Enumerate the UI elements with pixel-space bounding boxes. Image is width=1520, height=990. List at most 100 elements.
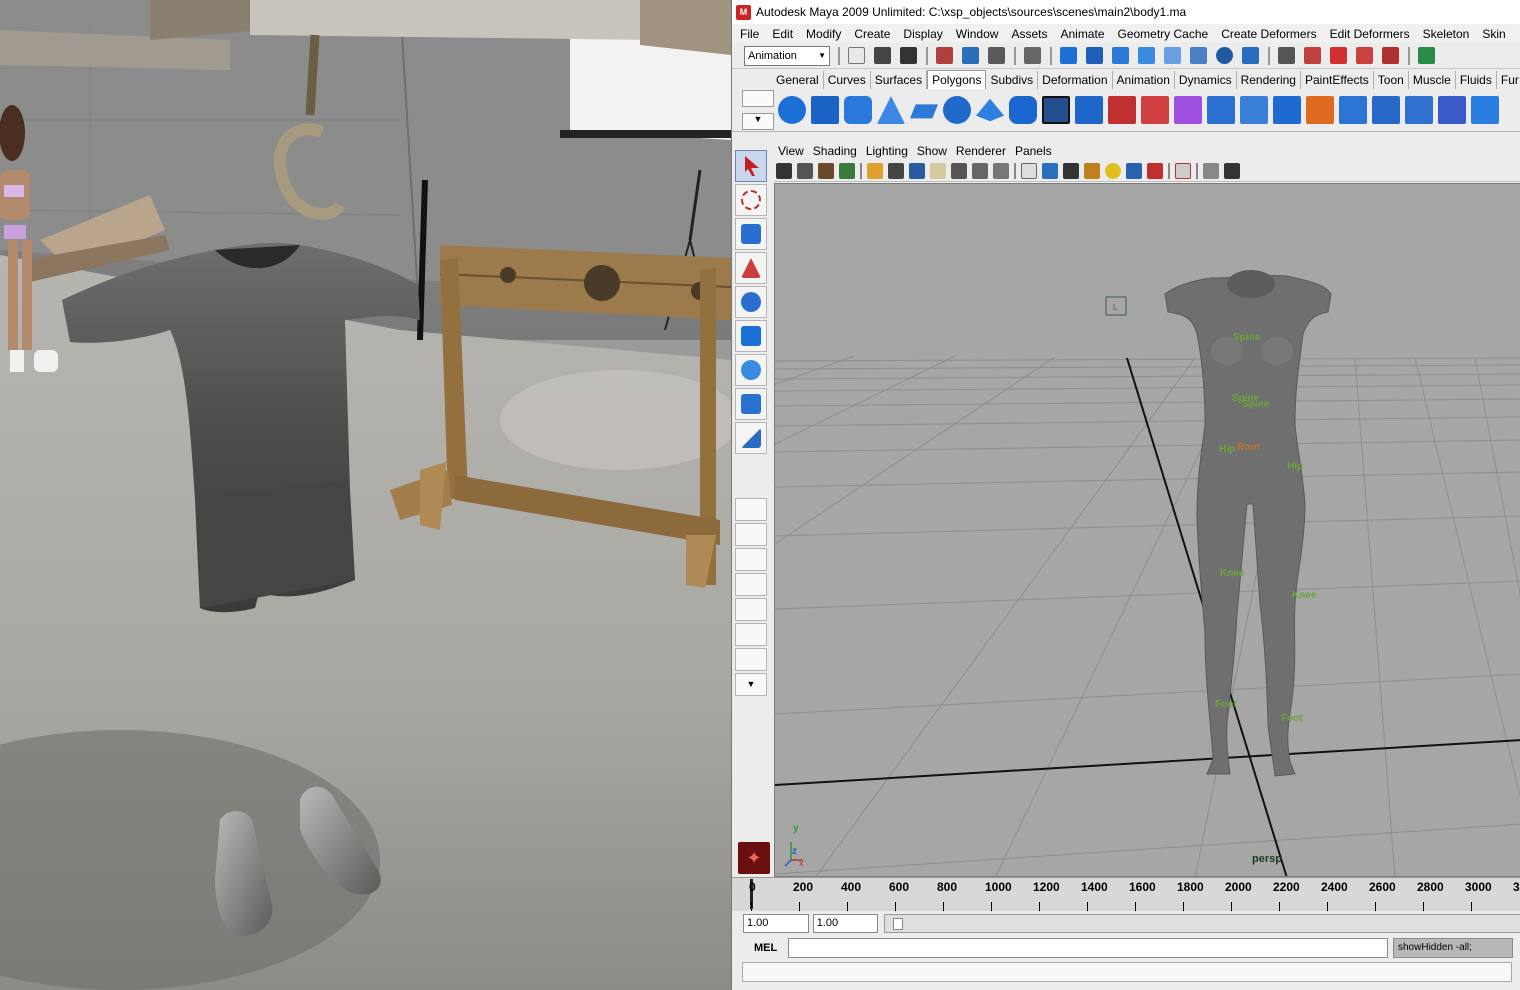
tab-fluids[interactable]: Fluids — [1456, 71, 1497, 89]
select-object-icon[interactable] — [962, 47, 979, 64]
poly-plane-icon[interactable] — [910, 104, 938, 119]
separate-icon[interactable] — [1075, 96, 1103, 124]
menu-modify[interactable]: Modify — [806, 27, 841, 41]
layout-persp-outliner[interactable] — [735, 648, 767, 671]
tab-surfaces[interactable]: Surfaces — [871, 71, 928, 89]
menu-animate[interactable]: Animate — [1060, 27, 1104, 41]
layout-four-pane[interactable] — [735, 523, 767, 546]
select-hierarchy-icon[interactable] — [936, 47, 953, 64]
menu-geometry-cache[interactable]: Geometry Cache — [1118, 27, 1209, 41]
deformer-icon[interactable] — [1164, 47, 1181, 64]
uv-map-icon[interactable] — [1438, 96, 1466, 124]
layout-hypershade[interactable] — [735, 623, 767, 646]
joint-label-foot[interactable]: Foot — [1215, 699, 1237, 710]
menu-skin[interactable]: Skin — [1482, 27, 1505, 41]
tab-polygons[interactable]: Polygons — [927, 70, 987, 89]
body-mesh[interactable] — [1164, 274, 1332, 777]
render-icon[interactable] — [1418, 47, 1435, 64]
rotate-tool[interactable] — [735, 286, 767, 318]
menu-display[interactable]: Display — [903, 27, 942, 41]
new-scene-icon[interactable] — [848, 47, 865, 64]
wireframe-on-shaded-icon[interactable] — [1063, 162, 1079, 179]
film-gate-icon[interactable] — [888, 162, 904, 179]
joint-label-hip[interactable]: Hip — [1219, 444, 1235, 455]
shelf-tab-toggle[interactable] — [742, 90, 774, 107]
joint-label-knee[interactable]: Knee — [1292, 590, 1316, 601]
xray-icon[interactable] — [1203, 162, 1219, 179]
range-bar[interactable] — [884, 913, 1520, 933]
tab-painteffects[interactable]: PaintEffects — [1301, 71, 1374, 89]
sphere-icon[interactable] — [1216, 47, 1233, 64]
panel-menu-show[interactable]: Show — [917, 144, 947, 158]
bridge-icon[interactable] — [1306, 96, 1334, 124]
snap-curve-icon[interactable] — [1330, 47, 1347, 64]
mask-icon[interactable] — [1024, 47, 1041, 64]
tab-muscle[interactable]: Muscle — [1409, 71, 1456, 89]
move-tool[interactable] — [735, 252, 767, 284]
smooth-icon[interactable] — [1141, 96, 1169, 124]
menu-assets[interactable]: Assets — [1011, 27, 1047, 41]
extrude-icon[interactable] — [1273, 96, 1301, 124]
panel-menu-shading[interactable]: Shading — [813, 144, 857, 158]
game-viewport[interactable] — [0, 0, 731, 990]
joint-icon[interactable] — [1190, 47, 1207, 64]
poly-cylinder-icon[interactable] — [844, 96, 872, 124]
select-component-icon[interactable] — [988, 47, 1005, 64]
tab-dynamics[interactable]: Dynamics — [1175, 71, 1237, 89]
help-icon[interactable] — [1242, 47, 1259, 64]
append-icon[interactable] — [1339, 96, 1367, 124]
menu-window[interactable]: Window — [956, 27, 999, 41]
panel-menu-panels[interactable]: Panels — [1015, 144, 1052, 158]
lock-icon[interactable] — [1278, 47, 1295, 64]
curve-icon[interactable] — [1112, 47, 1129, 64]
panel-menu-renderer[interactable]: Renderer — [956, 144, 1006, 158]
tab-curves[interactable]: Curves — [824, 71, 871, 89]
joint-label-root[interactable]: Root — [1237, 442, 1260, 453]
combine-icon[interactable] — [1042, 96, 1070, 124]
layout-outliner-persp[interactable] — [735, 548, 767, 571]
tab-animation[interactable]: Animation — [1113, 71, 1175, 89]
lights-icon[interactable] — [1105, 162, 1121, 179]
paint-select-tool[interactable] — [735, 218, 767, 250]
menu-skeleton[interactable]: Skeleton — [1423, 27, 1470, 41]
menu-edit-deformers[interactable]: Edit Deformers — [1330, 27, 1410, 41]
bevel-icon[interactable] — [1471, 96, 1499, 124]
time-slider[interactable]: 0 200 400 600 800 1000 1200 1400 1600 18… — [732, 877, 1520, 911]
show-manipulator-tool[interactable] — [735, 422, 767, 454]
textured-icon[interactable] — [1084, 162, 1100, 179]
xray-joints-icon[interactable] — [1224, 162, 1240, 179]
poly-cone-icon[interactable] — [877, 96, 905, 124]
resolution-gate-icon[interactable] — [909, 162, 925, 179]
merge-icon[interactable] — [1405, 96, 1433, 124]
image-plane-icon[interactable] — [839, 162, 855, 179]
safe-title-icon[interactable] — [993, 162, 1009, 179]
perspective-viewport[interactable]: y z x L Spine Spine Spine Hip Root Hip K… — [774, 183, 1520, 877]
isolate-select-icon[interactable] — [1175, 162, 1191, 179]
menu-set-select[interactable]: Animation ▼ — [744, 45, 830, 66]
mirror-icon[interactable] — [1207, 96, 1235, 124]
tab-deformation[interactable]: Deformation — [1038, 71, 1113, 89]
joint-label-spine[interactable]: Spine — [1233, 332, 1260, 343]
menu-edit[interactable]: Edit — [772, 27, 793, 41]
wireframe-icon[interactable] — [1021, 162, 1037, 179]
soft-modify-tool[interactable] — [735, 388, 767, 420]
camera-icon[interactable] — [776, 162, 792, 179]
range-bar-handle[interactable] — [893, 917, 904, 930]
tab-toon[interactable]: Toon — [1374, 71, 1409, 89]
boolean-icon[interactable] — [1174, 96, 1202, 124]
grid-icon[interactable] — [867, 162, 883, 179]
split-polygon-icon[interactable] — [1240, 96, 1268, 124]
tab-general[interactable]: General — [772, 71, 824, 89]
snap-grid-icon[interactable] — [1304, 47, 1321, 64]
snap-plane-icon[interactable] — [1382, 47, 1399, 64]
snap-point-icon[interactable] — [1356, 47, 1373, 64]
hardware-texturing-icon[interactable] — [1147, 162, 1163, 179]
tab-subdivs[interactable]: Subdivs — [986, 71, 1039, 89]
safe-action-icon[interactable] — [972, 162, 988, 179]
mel-label[interactable]: MEL — [744, 942, 788, 954]
tab-rendering[interactable]: Rendering — [1237, 71, 1301, 89]
joint-label-knee[interactable]: Knee — [1220, 568, 1244, 579]
layout-graph-editor[interactable] — [735, 598, 767, 621]
poly-cube-icon[interactable] — [811, 96, 839, 124]
menu-file[interactable]: File — [740, 27, 759, 41]
